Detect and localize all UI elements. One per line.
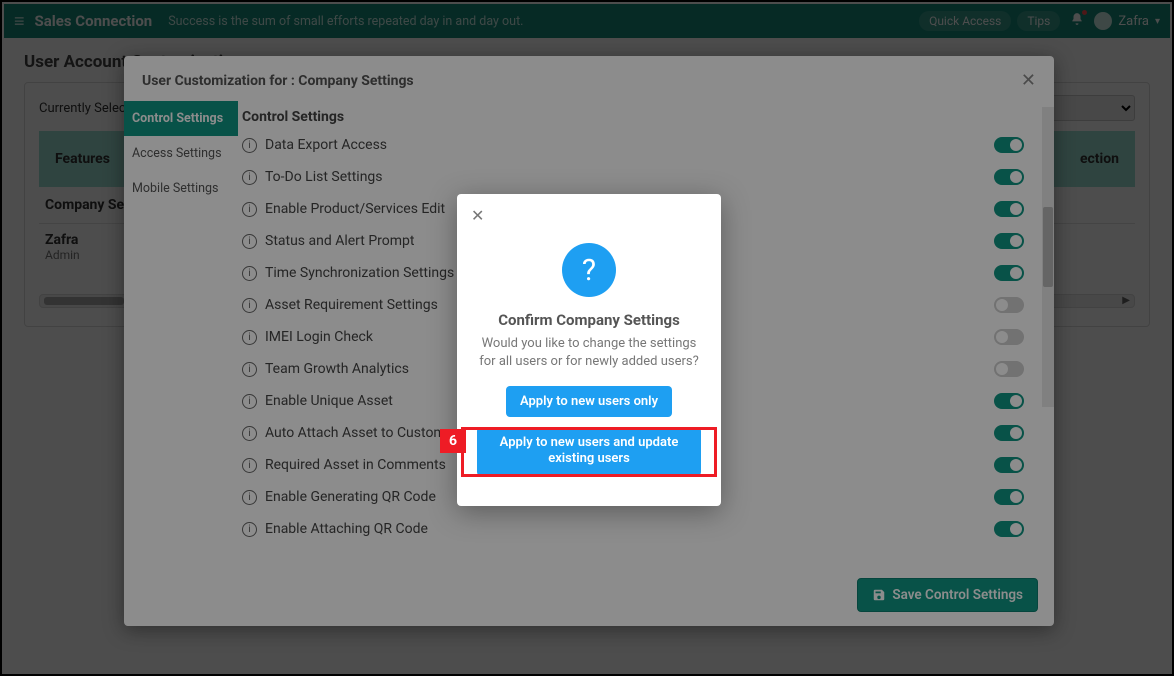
question-icon: ? xyxy=(562,243,616,297)
apply-new-users-only-button[interactable]: Apply to new users only xyxy=(506,386,672,417)
confirm-dialog: ✕ ? Confirm Company Settings Would you l… xyxy=(457,194,721,506)
confirm-close-icon[interactable]: ✕ xyxy=(471,206,484,225)
annotation-step-badge: 6 xyxy=(440,429,466,453)
confirm-title: Confirm Company Settings xyxy=(471,311,707,329)
apply-all-users-button[interactable]: Apply to new users and update existing u… xyxy=(477,427,701,476)
confirm-text: Would you like to change the settings fo… xyxy=(471,335,707,370)
